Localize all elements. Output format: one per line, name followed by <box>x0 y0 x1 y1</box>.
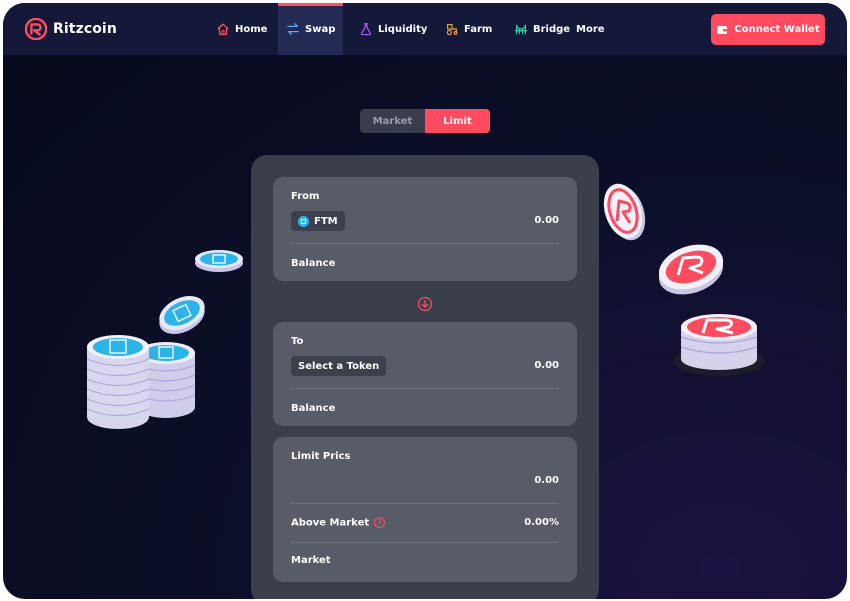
home-icon <box>217 23 229 35</box>
bridge-icon <box>514 24 528 35</box>
flask-icon <box>360 23 372 36</box>
nav-farm[interactable]: Farm <box>445 3 492 55</box>
ftm-token-icon <box>298 215 309 227</box>
to-amount-input[interactable]: 0.00 <box>534 360 559 371</box>
select-token-label: Select a Token <box>298 360 380 372</box>
nav-farm-label: Farm <box>464 23 493 35</box>
help-icon[interactable]: ? <box>374 517 386 528</box>
ritz-coin-icon <box>603 183 646 241</box>
nav-home[interactable]: Home <box>216 3 267 55</box>
nav-liquidity[interactable]: Liquidity <box>359 3 427 55</box>
from-token-symbol: FTM <box>314 215 338 227</box>
swap-panel: From FTM 0.00 Balance To Select a Token … <box>251 155 599 599</box>
tab-limit[interactable]: Limit <box>425 109 490 133</box>
from-balance-label: Balance <box>291 258 336 269</box>
nav-swap-label: Swap <box>305 23 336 35</box>
above-market-text: Above Market <box>291 517 370 529</box>
ritz-coin-stack-icon <box>673 314 765 376</box>
market-label: Market <box>291 555 331 566</box>
from-card: From FTM 0.00 Balance <box>273 177 577 281</box>
nav-more-label: More <box>576 23 605 35</box>
arrow-down-circle-icon[interactable] <box>417 296 433 312</box>
limit-price-input[interactable]: 0.00 <box>534 475 559 486</box>
to-card: To Select a Token 0.00 Balance <box>273 322 577 426</box>
nav-more[interactable]: More <box>576 3 605 55</box>
wallet-icon <box>717 25 728 34</box>
to-balance-label: Balance <box>291 403 336 414</box>
nav-swap[interactable]: Swap <box>278 3 343 55</box>
nav-bridge[interactable]: Bridge <box>514 3 570 55</box>
tractor-icon <box>446 24 458 36</box>
to-divider <box>291 388 559 389</box>
ritz-coin-icon <box>658 244 724 295</box>
to-token-selector[interactable]: Select a Token <box>291 356 387 376</box>
swap-icon <box>287 23 299 35</box>
top-navbar: Ritzcoin Home Swap Liquidity Farm Bridge… <box>3 3 847 55</box>
market-limit-toggle: Market Limit <box>360 109 490 133</box>
nav-home-label: Home <box>235 23 268 35</box>
coin-stack-icon <box>86 335 196 429</box>
connect-wallet-label: Connect Wallet <box>734 24 820 35</box>
connect-wallet-button[interactable]: Connect Wallet <box>711 14 825 45</box>
brand-logo[interactable]: Ritzcoin <box>25 18 117 40</box>
limit-price-card: Limit Prics 0.00 Above Market? 0.00% Mar… <box>273 437 577 582</box>
limit-divider-2 <box>291 542 559 543</box>
from-amount-input[interactable]: 0.00 <box>534 215 559 226</box>
from-token-selector[interactable]: FTM <box>291 211 345 231</box>
limit-price-label: Limit Prics <box>291 451 351 462</box>
above-market-label: Above Market? <box>291 517 386 529</box>
limit-divider-1 <box>291 503 559 504</box>
cube-coin-icon <box>195 250 243 272</box>
app-window: Ritzcoin Home Swap Liquidity Farm Bridge… <box>3 3 847 599</box>
ritzcoin-logo-icon <box>25 18 47 40</box>
nav-liquidity-label: Liquidity <box>378 23 428 35</box>
to-label: To <box>291 336 304 347</box>
above-market-value: 0.00% <box>524 517 559 528</box>
brand-name: Ritzcoin <box>53 21 117 37</box>
nav-bridge-label: Bridge <box>533 23 571 35</box>
tab-market[interactable]: Market <box>360 109 425 133</box>
from-divider <box>291 243 559 244</box>
from-label: From <box>291 191 320 202</box>
